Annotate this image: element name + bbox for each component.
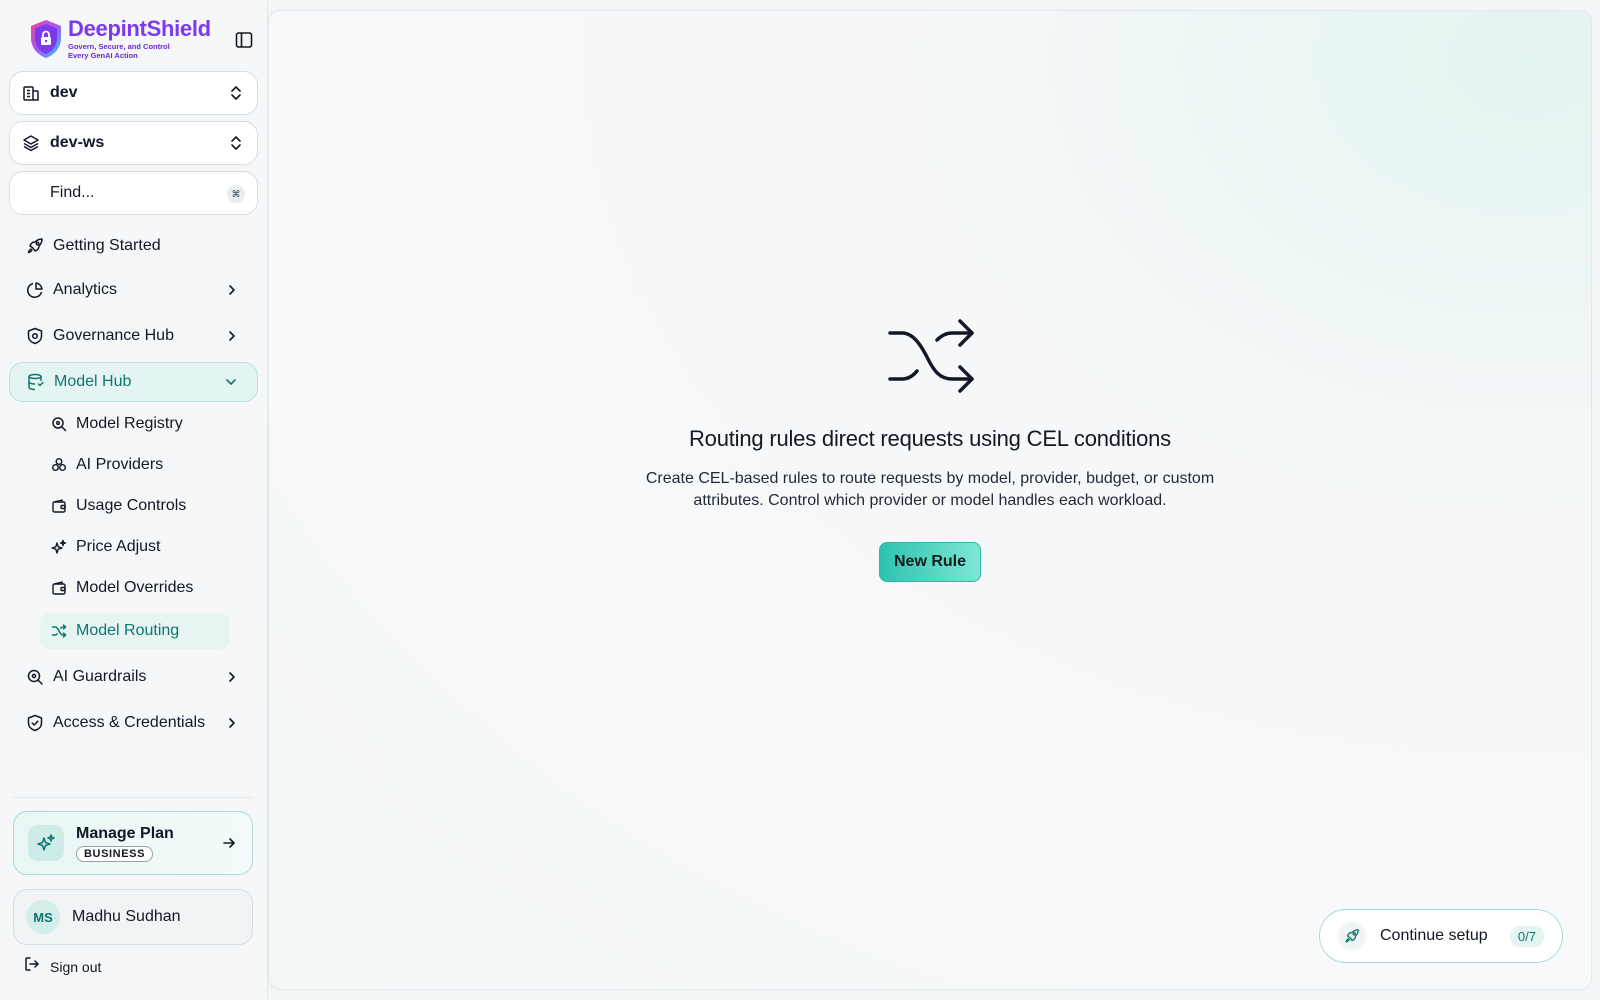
providers-icon bbox=[50, 456, 68, 474]
sidebar-item-model-hub[interactable]: Model Hub bbox=[9, 362, 258, 402]
sidebar-subitem-label: Model Registry bbox=[76, 415, 183, 432]
log-out-icon bbox=[24, 956, 40, 977]
layers-icon bbox=[22, 133, 42, 153]
panel-left-icon bbox=[235, 32, 253, 48]
shuffle-icon bbox=[50, 622, 68, 640]
wallet-icon bbox=[50, 497, 68, 515]
sidebar-item-ai-guardrails[interactable]: AI Guardrails bbox=[9, 657, 258, 697]
manage-plan-card[interactable]: Manage Plan BUSINESS bbox=[13, 811, 253, 875]
org-selector[interactable]: dev bbox=[9, 71, 258, 115]
chevron-right-icon bbox=[224, 328, 240, 344]
search-icon bbox=[50, 415, 68, 433]
org-selector-value: dev bbox=[50, 84, 78, 101]
sidebar-subitem-label: Model Routing bbox=[76, 622, 180, 639]
sidebar-item-analytics[interactable]: Analytics bbox=[9, 270, 258, 310]
building-icon bbox=[22, 83, 42, 103]
sidebar-subitem-model-routing[interactable]: Model Routing bbox=[40, 613, 230, 649]
chevron-right-icon bbox=[224, 715, 240, 731]
sparkles-icon bbox=[50, 538, 68, 556]
empty-state-description: Create CEL-based rules to route requests… bbox=[645, 470, 1215, 509]
sign-out-label: Sign out bbox=[50, 958, 102, 975]
shield-check-icon bbox=[25, 713, 45, 733]
sidebar-subitem-ai-providers[interactable]: AI Providers bbox=[40, 447, 230, 483]
sidebar-item-access-credentials[interactable]: Access & Credentials bbox=[9, 703, 258, 743]
command-icon: ⌘ bbox=[227, 185, 245, 203]
chevron-right-icon bbox=[224, 669, 240, 685]
setup-progress-badge: 0/7 bbox=[1509, 925, 1544, 947]
workspace-selector[interactable]: dev-ws bbox=[9, 121, 258, 165]
sparkles-icon bbox=[28, 825, 64, 861]
rocket-icon bbox=[25, 236, 45, 256]
plan-badge: BUSINESS bbox=[76, 845, 154, 862]
shield-logo-icon bbox=[31, 20, 61, 59]
search-input[interactable] bbox=[50, 184, 245, 202]
sidebar-item-label: Model Hub bbox=[54, 373, 132, 390]
user-profile-card[interactable]: MS Madhu Sudhan bbox=[13, 889, 253, 945]
chevron-down-icon bbox=[223, 374, 239, 390]
avatar: MS bbox=[26, 900, 60, 934]
brand[interactable]: DeepintShield Govern, Secure, and Contro… bbox=[28, 18, 211, 61]
sidebar-subitem-model-overrides[interactable]: Model Overrides bbox=[40, 570, 230, 606]
chevrons-up-down-icon bbox=[227, 134, 245, 152]
sidebar-subitem-usage-controls[interactable]: Usage Controls bbox=[40, 488, 230, 524]
sidebar-item-label: Access & Credentials bbox=[53, 714, 206, 731]
brand-tagline-1: Govern, Secure, and Control bbox=[68, 42, 170, 51]
chevron-right-icon bbox=[224, 282, 240, 298]
database-icon bbox=[26, 372, 46, 392]
brand-name: DeepintShield bbox=[68, 16, 211, 41]
continue-setup-label: Continue setup bbox=[1380, 927, 1488, 944]
app-root: DeepintShield Govern, Secure, and Contro… bbox=[0, 0, 1600, 1000]
workspace-selector-value: dev-ws bbox=[50, 134, 105, 151]
rocket-icon bbox=[1338, 922, 1366, 950]
sidebar-item-label: Analytics bbox=[53, 281, 118, 298]
search-scan-icon bbox=[25, 667, 45, 687]
empty-state-title: Routing rules direct requests using CEL … bbox=[688, 426, 1171, 451]
sidebar-subitem-label: Usage Controls bbox=[76, 497, 187, 514]
empty-state: Routing rules direct requests using CEL … bbox=[269, 305, 1591, 582]
sidebar-subitem-model-registry[interactable]: Model Registry bbox=[40, 406, 230, 442]
continue-setup-button[interactable]: Continue setup 0/7 bbox=[1319, 909, 1563, 963]
sidebar-item-governance-hub[interactable]: Governance Hub bbox=[9, 316, 258, 356]
new-rule-button[interactable]: New Rule bbox=[878, 542, 981, 582]
search-box: ⌘ bbox=[9, 171, 258, 215]
main-content: Routing rules direct requests using CEL … bbox=[268, 10, 1592, 990]
user-name: Madhu Sudhan bbox=[72, 908, 181, 925]
pie-chart-icon bbox=[25, 280, 45, 300]
sidebar-item-getting-started[interactable]: Getting Started bbox=[9, 226, 258, 266]
sidebar-subitem-price-adjust[interactable]: Price Adjust bbox=[40, 529, 230, 565]
arrow-right-icon bbox=[220, 834, 238, 852]
sign-out-button[interactable]: Sign out bbox=[24, 956, 101, 977]
sidebar-toggle-button[interactable] bbox=[234, 30, 254, 50]
sidebar-item-label: AI Guardrails bbox=[53, 668, 147, 685]
sidebar-item-label: Getting Started bbox=[53, 237, 161, 254]
sidebar-subitem-label: Model Overrides bbox=[76, 579, 194, 596]
brand-tagline-2: Every GenAI Action bbox=[68, 51, 138, 61]
sidebar: DeepintShield Govern, Secure, and Contro… bbox=[0, 0, 268, 1000]
shuffle-icon bbox=[888, 319, 974, 393]
sidebar-item-label: Governance Hub bbox=[53, 327, 174, 344]
chevrons-up-down-icon bbox=[227, 84, 245, 102]
sidebar-divider bbox=[13, 797, 253, 798]
sidebar-subitem-label: AI Providers bbox=[76, 456, 164, 473]
wallet-icon bbox=[50, 579, 68, 597]
sidebar-subitem-label: Price Adjust bbox=[76, 538, 161, 555]
plan-title: Manage Plan bbox=[76, 824, 174, 842]
shield-gear-icon bbox=[25, 326, 45, 346]
